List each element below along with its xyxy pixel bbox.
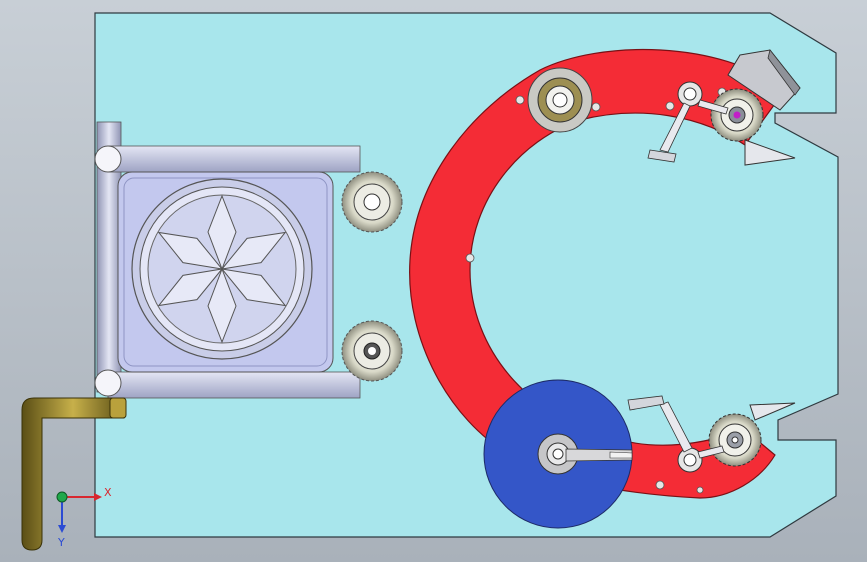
bottom-sprocket[interactable] [708,413,762,467]
lower-idler-gear[interactable] [341,320,403,382]
upper-idler-gear[interactable] [341,171,403,233]
rotor-disc[interactable] [131,178,313,360]
origin-marker [56,491,68,503]
top-bearing [527,67,593,133]
y-axis-label: Y [57,536,65,549]
x-axis-label: X [104,486,112,499]
y-axis-arrow [58,525,66,533]
frame-bottom-rail [107,371,361,399]
frame-top-rail [107,145,361,173]
top-rail-cap [94,145,122,173]
blue-drum[interactable] [483,379,633,529]
cad-viewport[interactable]: X Y [0,0,867,562]
bottom-rail-cap [94,369,122,397]
top-sprocket[interactable] [710,88,764,142]
